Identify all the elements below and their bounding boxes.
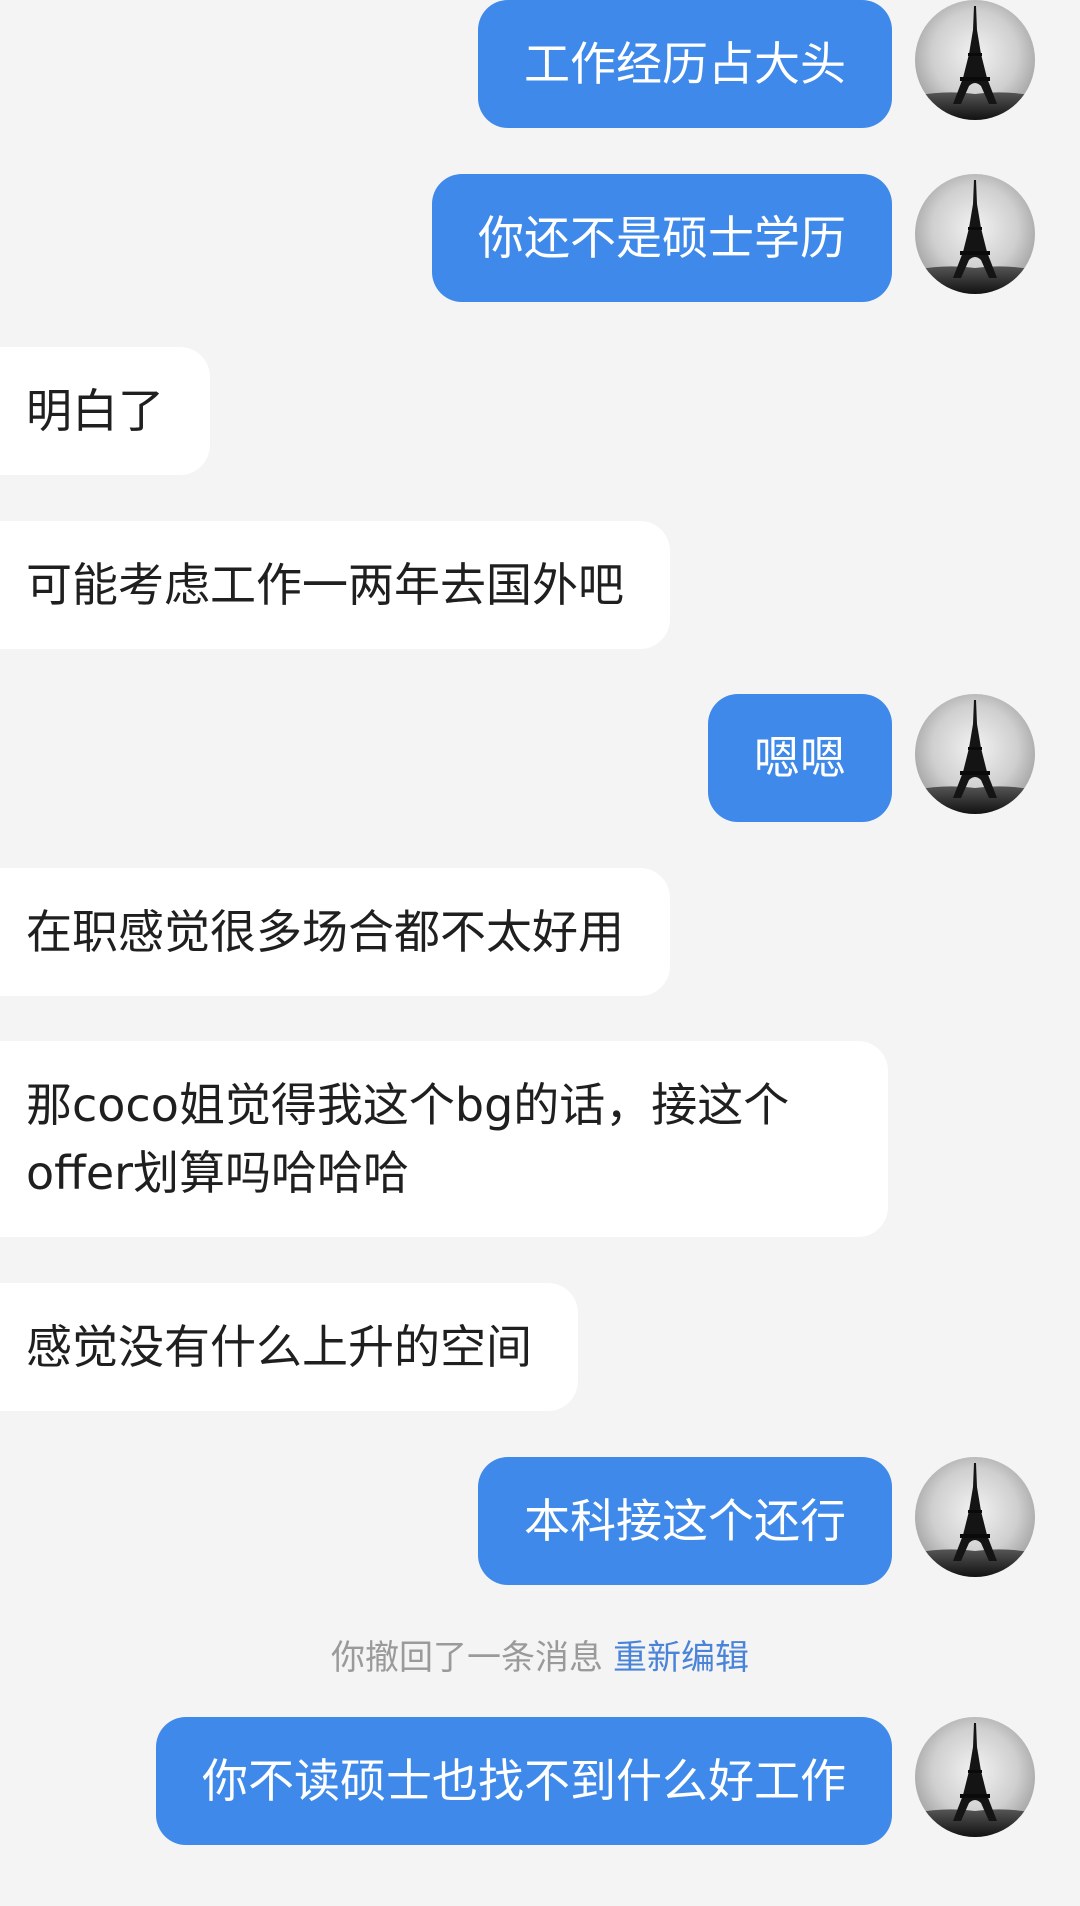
- eiffel-tower-avatar-icon[interactable]: [915, 694, 1035, 814]
- incoming-message-bubble[interactable]: 那coco姐觉得我这个bg的话，接这个offer划算吗哈哈哈: [0, 1041, 888, 1237]
- message-text: 你还不是硕士学历: [478, 211, 846, 265]
- outgoing-message-bubble[interactable]: 你不读硕士也找不到什么好工作: [156, 1717, 892, 1845]
- incoming-message-bubble[interactable]: 在职感觉很多场合都不太好用: [0, 868, 670, 996]
- message-text: 本科接这个还行: [524, 1494, 846, 1548]
- incoming-message-bubble[interactable]: 可能考虑工作一两年去国外吧: [0, 521, 670, 649]
- outgoing-message-bubble[interactable]: 你还不是硕士学历: [432, 174, 892, 302]
- eiffel-tower-avatar-icon[interactable]: [915, 174, 1035, 294]
- message-text: 你不读硕士也找不到什么好工作: [202, 1754, 846, 1808]
- recall-text: 你撤回了一条消息: [331, 1638, 603, 1678]
- message-text: 可能考虑工作一两年去国外吧: [26, 558, 624, 612]
- recall-notice: 你撤回了一条消息 重新编辑: [0, 1630, 1080, 1679]
- outgoing-message-bubble[interactable]: 工作经历占大头: [478, 0, 892, 128]
- outgoing-message-bubble[interactable]: 嗯嗯: [708, 694, 892, 822]
- eiffel-tower-avatar-icon[interactable]: [915, 1717, 1035, 1837]
- incoming-message-bubble[interactable]: 明白了: [0, 347, 210, 475]
- re-edit-link[interactable]: 重新编辑: [613, 1638, 749, 1678]
- incoming-message-bubble[interactable]: 感觉没有什么上升的空间: [0, 1283, 578, 1411]
- message-text: 那coco姐觉得我这个bg的话，接这个offer划算吗哈哈哈: [26, 1078, 790, 1200]
- message-text: 在职感觉很多场合都不太好用: [26, 905, 624, 959]
- message-text: 明白了: [26, 384, 164, 438]
- message-text: 嗯嗯: [754, 731, 846, 785]
- outgoing-message-bubble[interactable]: 本科接这个还行: [478, 1457, 892, 1585]
- message-text: 感觉没有什么上升的空间: [26, 1320, 532, 1374]
- message-text: 工作经历占大头: [524, 37, 846, 91]
- eiffel-tower-avatar-icon[interactable]: [915, 0, 1035, 120]
- eiffel-tower-avatar-icon[interactable]: [915, 1457, 1035, 1577]
